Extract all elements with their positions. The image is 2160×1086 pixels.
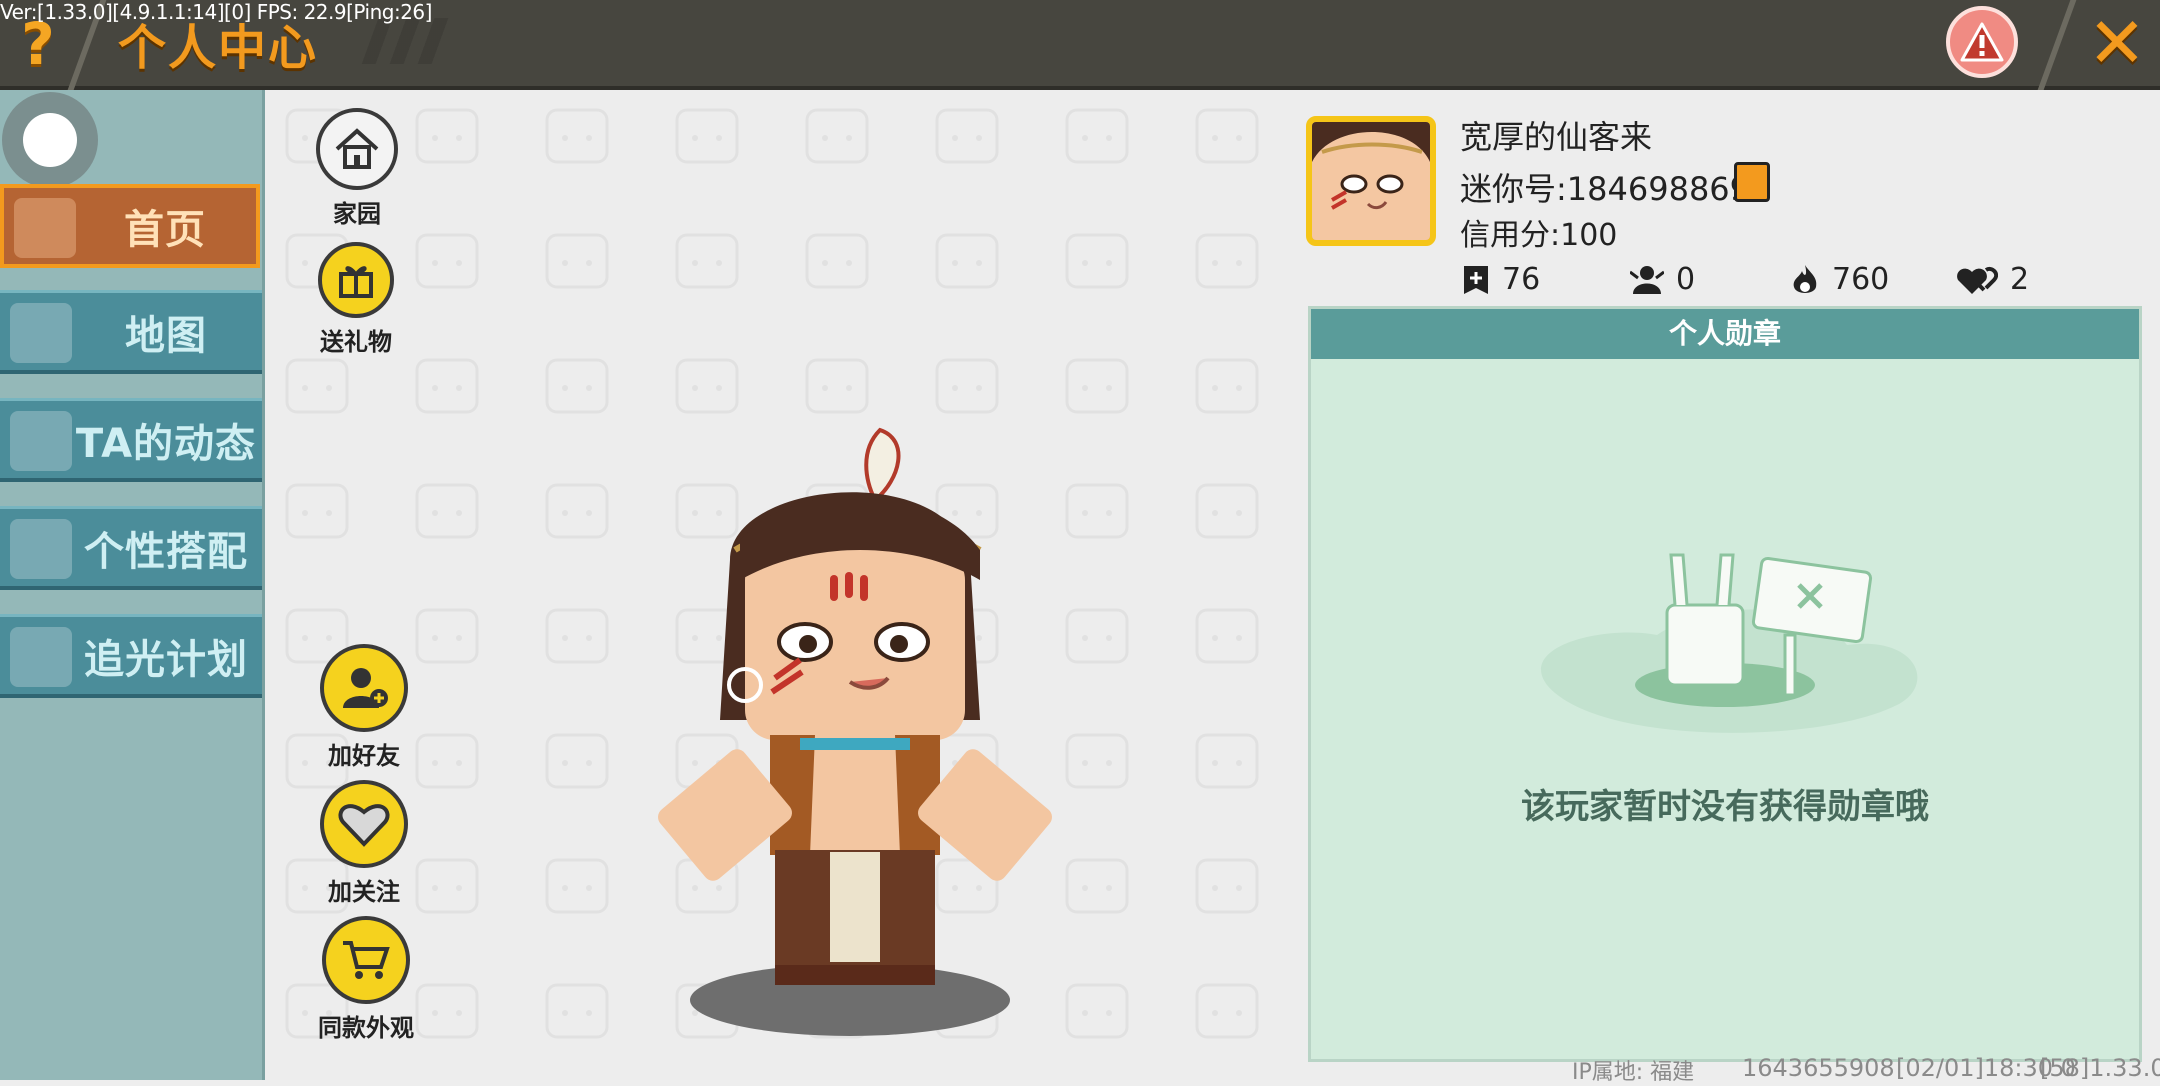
copy-icon[interactable] <box>1734 162 1770 202</box>
stat-likes-value: 2 <box>2010 262 2030 297</box>
cart-icon <box>322 916 410 1004</box>
same-outfit-label: 同款外观 <box>318 1014 414 1042</box>
player-mini-id: 迷你号:1846988691 <box>1460 170 1771 208</box>
empty-medal-text: 该玩家暂时没有获得勋章哦 <box>1521 787 1929 827</box>
sidebar-item-map[interactable]: 地图 <box>0 290 262 374</box>
plus-square-icon <box>1464 265 1488 294</box>
build-id-text: 1643655908 <box>1742 1054 1895 1082</box>
add-friend-action[interactable]: 加好友 <box>320 644 408 771</box>
sidebar-item-activity[interactable]: TA的动态 <box>0 398 262 482</box>
divider <box>2037 0 2077 90</box>
plan-icon <box>10 627 72 687</box>
ip-location-text: IP属地: 福建 <box>1572 1060 1695 1085</box>
stat-heat-value: 760 <box>1832 262 1890 297</box>
gift-label: 送礼物 <box>320 328 392 356</box>
house-icon <box>316 108 398 190</box>
map-icon <box>10 303 72 363</box>
stat-fans-value: 0 <box>1676 262 1696 297</box>
outfit-icon <box>10 519 72 579</box>
sidebar-item-home[interactable]: 首页 <box>0 184 260 268</box>
follow-label: 加关注 <box>328 878 400 906</box>
player-credit-score: 信用分:100 <box>1460 218 1618 253</box>
decorative-stripes <box>361 18 459 64</box>
follow-action[interactable]: 加关注 <box>320 780 408 907</box>
sidebar-item-label: 首页 <box>124 207 206 253</box>
sidebar-item-outfit[interactable]: 个性搭配 <box>0 506 262 590</box>
medal-panel: 个人勋章 该玩家暂时没有获得勋章哦 <box>1308 306 2142 1062</box>
fans-icon <box>1630 265 1664 294</box>
sidebar-item-plan[interactable]: 追光计划 <box>0 614 262 698</box>
report-button[interactable] <box>1946 6 2018 78</box>
home-action[interactable]: 家园 <box>316 108 398 229</box>
stat-likes: 2 <box>1956 262 2029 297</box>
bell-icon <box>10 411 72 471</box>
fire-icon <box>1793 264 1817 293</box>
home-icon <box>14 198 76 258</box>
floating-toggle-button[interactable] <box>2 92 98 188</box>
stat-heat: 760 <box>1790 262 1889 297</box>
player-character <box>650 420 1070 1040</box>
sidebar-item-label: TA的动态 <box>75 420 257 467</box>
sidebar-item-label: 地图 <box>125 312 207 359</box>
hearts-icon <box>1957 266 1998 294</box>
avatar[interactable] <box>1306 116 1436 246</box>
stat-plus: 76 <box>1462 262 1540 297</box>
toggle-dot <box>23 113 77 167</box>
warning-icon <box>1960 22 2004 62</box>
heart-icon <box>320 780 408 868</box>
close-button[interactable]: ✕ <box>2084 8 2150 78</box>
stat-plus-value: 76 <box>1502 262 1541 297</box>
empty-medal-illustration <box>1541 553 1918 733</box>
stat-fans: 0 <box>1630 262 1695 297</box>
sidebar-item-label: 追光计划 <box>84 636 248 683</box>
home-label: 家园 <box>333 200 381 228</box>
gift-action[interactable]: 送礼物 <box>318 242 394 357</box>
add-friend-icon <box>320 644 408 732</box>
add-friend-label: 加好友 <box>328 742 400 770</box>
gift-icon <box>318 242 394 318</box>
same-outfit-action[interactable]: 同款外观 <box>318 916 414 1043</box>
medal-panel-title: 个人勋章 <box>1311 309 2139 359</box>
debug-version-text: Ver:[1.33.0][4.9.1.1:14][0] FPS: 22.9[Pi… <box>0 0 432 24</box>
version-text: [58]1.33.0 <box>2040 1054 2160 1082</box>
sidebar-item-label: 个性搭配 <box>84 528 248 575</box>
player-name: 宽厚的仙客来 <box>1460 118 1653 156</box>
